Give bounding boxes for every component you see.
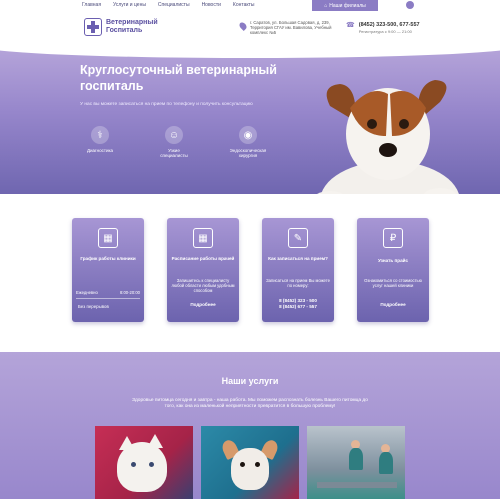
nav-item-services[interactable]: Услуги и цены xyxy=(113,2,146,8)
card-title: Как записаться на прием? xyxy=(268,256,328,261)
hero-title: Круглосуточный ветеринарный госпиталь xyxy=(80,63,277,93)
card-more-link[interactable]: Подробнее xyxy=(361,302,425,307)
card-row: Ежедневно 8:00-20:00 xyxy=(72,290,144,295)
branches-button-label: Наши филиалы xyxy=(329,2,366,9)
endoscope-icon: ◉ xyxy=(239,126,257,144)
card-phones: 8 (8452) 323 - 500 8 (8452) 677 - 557 xyxy=(266,298,330,310)
services-text: Здоровье питомца сегодня и завтра - наша… xyxy=(132,398,368,409)
phone-block: ☎ (8452) 323-500, 677-557 Регистратура с… xyxy=(346,22,420,34)
card-divider xyxy=(76,298,140,299)
cat-illustration xyxy=(117,442,167,492)
medical-cross-icon xyxy=(84,18,102,36)
services-title: Наши услуги xyxy=(221,376,279,386)
header: Ветеринарный Госпиталь г. Саратов, ул. Б… xyxy=(0,12,500,46)
feature-label: Узкие специалисты xyxy=(160,148,188,158)
nav-item-home[interactable]: Главная xyxy=(82,2,101,8)
logo-line1: Ветеринарный xyxy=(106,19,158,26)
info-cards: ▦ График работы клиники Ежедневно 8:00-2… xyxy=(72,218,432,324)
operating-table xyxy=(317,482,397,488)
stethoscope-icon: ⚕ xyxy=(91,126,109,144)
card-row-value: 8:00-20:00 xyxy=(119,290,140,295)
hero-features: ⚕ Диагностика ☺ Узкие специалисты ◉ Эндо… xyxy=(80,126,268,158)
feature-diagnostics: ⚕ Диагностика xyxy=(80,126,120,158)
nav-links: Главная Услуги и цены Специалисты Новост… xyxy=(82,2,255,8)
address-text: г. Саратов, ул. Большая Садовая, д. 239,… xyxy=(250,20,332,35)
address-block: г. Саратов, ул. Большая Садовая, д. 239,… xyxy=(238,20,338,35)
calendar-icon: ▦ xyxy=(193,228,213,248)
card-title: График работы клиники xyxy=(80,256,136,261)
card-price[interactable]: ₽ Узнать прайс Ознакомиться со стоимость… xyxy=(357,218,429,322)
search-icon[interactable] xyxy=(406,1,414,9)
branches-button[interactable]: ⌂ Наши филиалы xyxy=(312,0,378,11)
edit-note-icon: ✎ xyxy=(288,228,308,248)
photo-cat[interactable] xyxy=(95,426,193,499)
card-row-label: Ежедневно xyxy=(76,290,98,295)
logo[interactable]: Ветеринарный Госпиталь xyxy=(84,18,166,36)
nav-item-contacts[interactable]: Контакты xyxy=(233,2,255,8)
nav-item-specialists[interactable]: Специалисты xyxy=(158,2,190,8)
small-dog-illustration xyxy=(231,448,269,490)
feature-label: Эндоскопическая хирургия xyxy=(229,148,267,158)
hero-curve-divider xyxy=(0,46,500,58)
hero-section: Круглосуточный ветеринарный госпиталь У … xyxy=(0,46,500,194)
top-navigation: Главная Услуги и цены Специалисты Новост… xyxy=(0,0,500,12)
dog-illustration xyxy=(317,80,459,194)
cat-eye xyxy=(131,462,136,467)
feature-specialists: ☺ Узкие специалисты xyxy=(154,126,194,158)
services-photos xyxy=(95,426,405,499)
home-icon: ⌂ xyxy=(324,2,328,9)
card-doctors-schedule[interactable]: ▦ Расписание работы врачей Запишитесь к … xyxy=(167,218,239,322)
vet-figure xyxy=(379,452,393,474)
phone-number[interactable]: (8452) 323-500, 677-557 xyxy=(359,22,420,29)
feature-surgery: ◉ Эндоскопическая хирургия xyxy=(228,126,268,158)
card-body: Записаться на прием Вы можете по номеру: xyxy=(266,278,330,288)
card-footer: Без перерывов xyxy=(78,304,109,309)
feature-label: Диагностика xyxy=(86,148,114,153)
calendar-clock-icon: ▦ xyxy=(98,228,118,248)
card-body: Ознакомиться со стоимостью услуг нашей к… xyxy=(364,278,422,288)
map-pin-icon xyxy=(238,21,248,31)
dog-eye xyxy=(255,462,260,467)
nav-item-news[interactable]: Новости xyxy=(202,2,221,8)
phone-icon: ☎ xyxy=(346,22,355,29)
logo-line2: Госпиталь xyxy=(106,27,143,34)
card-schedule[interactable]: ▦ График работы клиники Ежедневно 8:00-2… xyxy=(72,218,144,322)
logo-text: Ветеринарный Госпиталь xyxy=(106,19,166,35)
cat-eye xyxy=(149,462,154,467)
doctor-icon: ☺ xyxy=(165,126,183,144)
ruble-icon: ₽ xyxy=(383,228,403,248)
photo-surgery[interactable] xyxy=(307,426,405,499)
card-title: Расписание работы врачей xyxy=(171,256,235,261)
hero-subtitle: У нас вы можете записаться на прием по т… xyxy=(80,102,253,107)
services-section: Наши услуги Здоровье питомца сегодня и з… xyxy=(0,352,500,499)
card-appointment[interactable]: ✎ Как записаться на прием? Записаться на… xyxy=(262,218,334,322)
card-more-link[interactable]: Подробнее xyxy=(171,302,235,307)
card-body: Запишитесь к специалисту любой области л… xyxy=(171,278,235,293)
vet-figure xyxy=(349,448,363,470)
dog-eye xyxy=(240,462,245,467)
card-title: Узнать прайс xyxy=(377,258,409,263)
phone-note: Регистратура с 9:00 — 21:00 xyxy=(358,29,412,34)
card-phone-2[interactable]: 8 (8452) 677 - 557 xyxy=(266,304,330,310)
photo-small-dog[interactable] xyxy=(201,426,299,499)
